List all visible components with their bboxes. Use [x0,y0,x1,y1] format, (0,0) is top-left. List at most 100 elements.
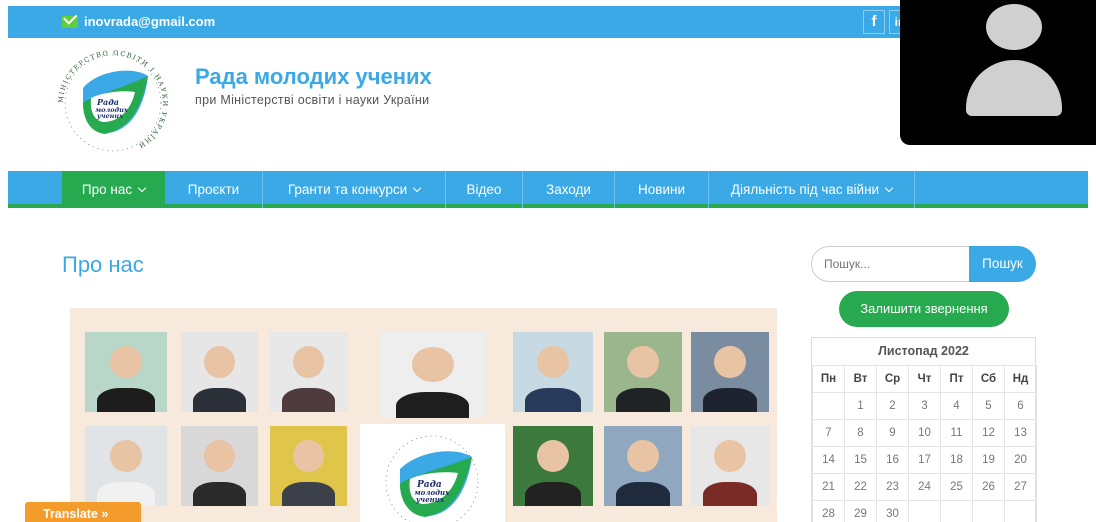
nav-item-grants[interactable]: Гранти та конкурси [263,171,446,208]
weekday-header: Пн [812,365,845,393]
calendar-day[interactable]: 4 [940,392,973,420]
site-title[interactable]: Рада молодих учених [195,64,432,90]
weekday-header: Чт [908,365,941,393]
member-photo [513,426,593,506]
calendar-day [940,500,973,522]
nav-item-video[interactable]: Відео [446,171,523,208]
email-text: inovrada@gmail.com [84,14,216,29]
calendar-day[interactable]: 21 [812,473,845,501]
nav-label: Новини [638,182,685,197]
main-nav: Про нас Проєкти Гранти та конкурси Відео… [8,171,1088,208]
member-photo [85,426,167,506]
calendar-day[interactable]: 9 [876,419,909,447]
calendar-day[interactable]: 13 [1004,419,1037,447]
calendar-day[interactable]: 5 [972,392,1005,420]
email-icon [62,15,78,28]
calendar-day [1004,500,1037,522]
calendar-day[interactable]: 26 [972,473,1005,501]
nav-item-about[interactable]: Про нас [62,171,165,208]
calendar-day[interactable]: 2 [876,392,909,420]
calendar-day[interactable]: 27 [1004,473,1037,501]
user-avatar-body-icon [966,60,1062,116]
calendar-day[interactable]: 20 [1004,446,1037,474]
nav-label: Гранти та конкурси [287,182,408,197]
nav-label: Діяльність під час війни [730,182,880,197]
chevron-down-icon [884,183,894,193]
calendar-day[interactable]: 8 [844,419,877,447]
member-photo [85,332,167,412]
calendar-day[interactable]: 3 [908,392,941,420]
calendar-day[interactable]: 7 [812,419,845,447]
calendar-week: 14 15 16 17 18 19 20 [812,446,1037,474]
calendar-title: Листопад 2022 [878,344,969,358]
leave-appeal-button[interactable]: Залишити звернення [839,291,1009,327]
weekday-header: Вт [844,365,877,393]
weekday-header: Ср [876,365,909,393]
member-photo [604,332,682,412]
calendar-week: 21 22 23 24 25 26 27 [812,473,1037,501]
calendar-day[interactable]: 18 [940,446,973,474]
chevron-down-icon [412,183,422,193]
page-title: Про нас [62,252,144,277]
calendar-day[interactable]: 28 [812,500,845,522]
member-photo [270,426,347,506]
calendar-day[interactable]: 30 [876,500,909,522]
calendar-day[interactable]: 15 [844,446,877,474]
chevron-down-icon [137,183,147,193]
member-photo [604,426,682,506]
member-photo [181,332,258,412]
calendar-day[interactable]: 12 [972,419,1005,447]
calendar-week: 123456 [812,392,1037,420]
search-input[interactable] [811,246,971,282]
calendar-day[interactable]: 11 [940,419,973,447]
nav-item-news[interactable]: Новини [615,171,709,208]
member-photo [181,426,258,506]
calendar-week: 7 8 9 10 11 12 13 [812,419,1037,447]
calendar-widget: Листопад 2022 Пн Вт Ср Чт Пт Сб Нд 12345… [811,337,1037,522]
calendar-day[interactable]: 16 [876,446,909,474]
member-photo [691,332,769,412]
collage-logo: Рада молодих учених [360,424,505,522]
calendar-day[interactable]: 10 [908,419,941,447]
nav-item-projects[interactable]: Проєкти [165,171,263,208]
facebook-icon[interactable]: f [863,10,885,34]
nav-label: Відео [466,182,502,197]
calendar-day [812,392,845,420]
video-call-overlay [900,0,1096,145]
member-photo [380,332,485,418]
calendar-day[interactable]: 22 [844,473,877,501]
weekday-header: Сб [972,365,1005,393]
member-photo [270,332,347,412]
calendar-grid: Пн Вт Ср Чт Пт Сб Нд 1 2 3 4 5 6 7 8 9 10 11 12 13 14… [812,365,1037,522]
calendar-day[interactable]: 17 [908,446,941,474]
user-avatar-icon [986,4,1042,50]
member-photo [691,426,769,506]
calendar-day[interactable]: 29 [844,500,877,522]
svg-text:учених: учених [415,495,445,504]
calendar-day[interactable]: 25 [940,473,973,501]
calendar-day[interactable]: 19 [972,446,1005,474]
weekday-header: Пт [940,365,973,393]
calendar-day [972,500,1005,522]
weekday-header: Нд [1004,365,1037,393]
calendar-day[interactable]: 1 [844,392,877,420]
member-photo [513,332,593,412]
site-logo[interactable]: МІНІСТЕРСТВО ОСВІТИ І НАУКИ УКРАЇНИ Рада… [53,48,173,158]
calendar-week: 28 29 30 [812,500,1037,522]
members-collage: Рада молодих учених [70,308,777,522]
calendar-day[interactable]: 14 [812,446,845,474]
contact-email[interactable]: inovrada@gmail.com [62,14,215,29]
nav-label: Про нас [81,182,133,197]
calendar-day[interactable]: 24 [908,473,941,501]
search-button[interactable]: Пошук [969,246,1036,282]
calendar-day [908,500,941,522]
nav-item-war-activity[interactable]: Діяльність під час війни [709,171,915,208]
translate-button[interactable]: Translate » [25,502,141,522]
svg-text:учених: учених [96,112,123,120]
nav-item-events[interactable]: Заходи [523,171,615,208]
calendar-day[interactable]: 23 [876,473,909,501]
site-subtitle: при Міністерстві освіти і науки України [195,93,430,107]
nav-label: Проєкти [187,182,240,197]
calendar-day[interactable]: 6 [1004,392,1037,420]
nav-label: Заходи [546,182,591,197]
